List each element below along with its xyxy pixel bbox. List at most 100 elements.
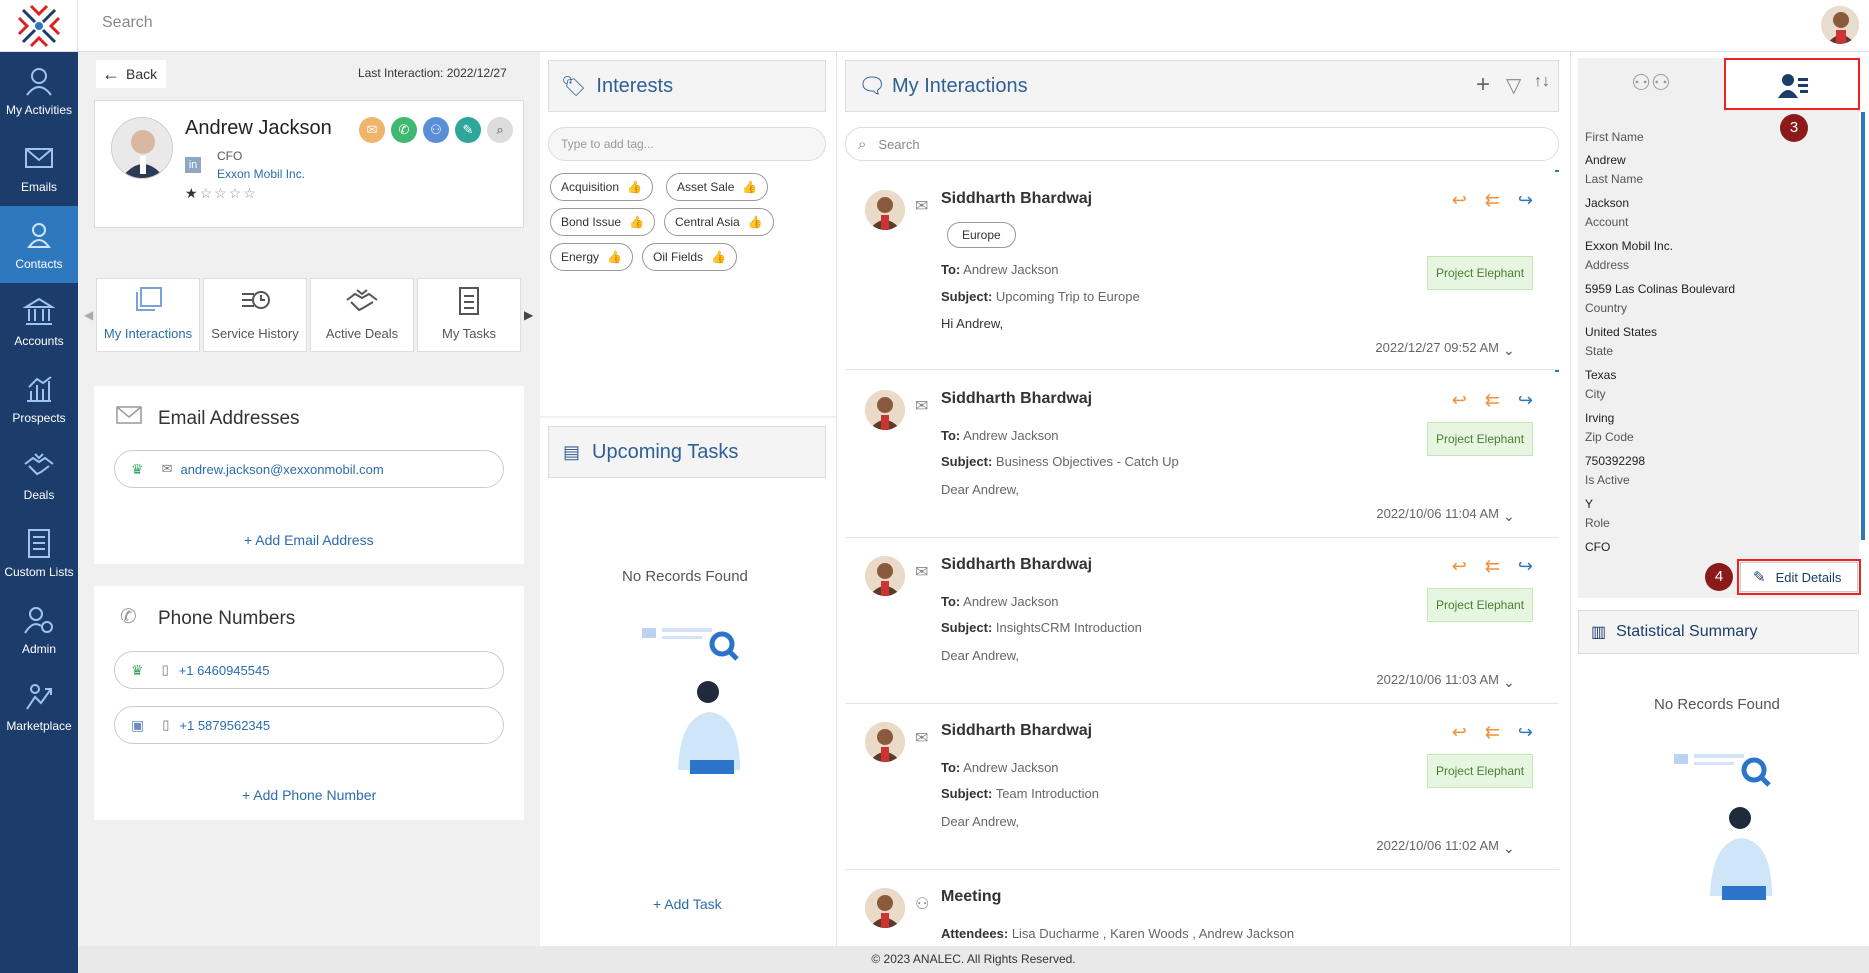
field-label: City (1585, 387, 1606, 401)
contact-title: CFO (217, 149, 243, 163)
linkedin-icon[interactable]: in (185, 157, 201, 173)
tab-active-deals[interactable]: Active Deals (310, 278, 414, 352)
card-actions: ↩ ⇇ ↪ (1452, 190, 1533, 211)
nav-prospects[interactable]: Prospects (0, 360, 78, 437)
chevron-down-icon[interactable]: ⌄ (1503, 342, 1521, 358)
thumbs-up-icon[interactable]: 👍 (627, 174, 642, 200)
nav-deals[interactable]: Deals (0, 437, 78, 514)
top-bar (0, 0, 1869, 52)
email-row[interactable]: ♛ ✉ andrew.jackson@xexxonmobil.com (114, 450, 504, 488)
stats-empty: No Records Found (1654, 696, 1780, 713)
nav-marketplace[interactable]: Marketplace (0, 668, 78, 745)
reply-icon[interactable]: ↩ (1452, 556, 1467, 577)
thumbs-up-icon[interactable]: 👍 (629, 209, 644, 235)
thumbs-up-icon[interactable]: 👍 (748, 209, 763, 235)
interest-tag[interactable]: Bond Issue 👍 (550, 208, 655, 236)
field-value: 750392298 (1585, 454, 1646, 468)
marketplace-icon (26, 683, 52, 710)
interaction-card[interactable]: ⚇ Meeting Attendees: Lisa Ducharme , Kar… (845, 870, 1559, 946)
app-logo[interactable] (0, 0, 78, 52)
forward-icon[interactable]: ↪ (1518, 190, 1533, 211)
field-value: Exxon Mobil Inc. (1585, 239, 1674, 253)
reply-icon[interactable]: ↩ (1452, 390, 1467, 411)
tab-relationships[interactable]: ⚇⚇ (1578, 58, 1724, 108)
phone-value[interactable]: +1 6460945545 (179, 663, 270, 678)
interest-tag[interactable]: Acquisition 👍 (550, 173, 653, 201)
note-action-icon[interactable]: ✎ (455, 117, 481, 143)
project-badge[interactable]: Project Elephant (1427, 754, 1533, 788)
tab-service-history[interactable]: Service History (203, 278, 307, 352)
meeting-action-icon[interactable]: ⚇ (423, 117, 449, 143)
contact-company-link[interactable]: Exxon Mobil Inc. (217, 167, 305, 181)
tab-label: My Tasks (442, 326, 496, 341)
chevron-down-icon[interactable]: ⌄ (1503, 840, 1521, 856)
tab-my-tasks[interactable]: My Tasks (417, 278, 521, 352)
crown-icon: ♛ (131, 460, 144, 477)
call-action-icon[interactable]: ✆ (391, 117, 417, 143)
tabs-next-arrow[interactable]: ▶ (524, 308, 533, 322)
interaction-card[interactable]: ✉ Siddharth Bhardwaj Europe To: Andrew J… (845, 172, 1559, 370)
tabs-prev-arrow[interactable]: ◀ (84, 308, 93, 322)
project-badge[interactable]: Project Elephant (1427, 256, 1533, 290)
add-task-button[interactable]: + Add Task (653, 896, 722, 912)
phone-value[interactable]: +1 5879562345 (179, 718, 270, 733)
admin-icon (24, 606, 53, 634)
thumbs-up-icon[interactable]: 👍 (607, 244, 622, 270)
add-phone-button[interactable]: + Add Phone Number (242, 787, 376, 803)
phone-icon: ✆ (120, 606, 137, 628)
tag-label: Bond Issue (561, 215, 622, 229)
nav-accounts[interactable]: Accounts (0, 283, 78, 360)
back-button[interactable]: ← Back (96, 60, 166, 88)
region-tag[interactable]: Europe (947, 222, 1016, 248)
thumbs-up-icon[interactable]: 👍 (742, 174, 757, 200)
interactions-search[interactable]: ⌕ Search (845, 127, 1559, 161)
chevron-down-icon[interactable]: ⌄ (1503, 508, 1521, 524)
global-search-input[interactable]: Search (102, 14, 153, 32)
nav-my-activities[interactable]: My Activities (0, 52, 78, 129)
forward-icon[interactable]: ↪ (1518, 556, 1533, 577)
reply-icon[interactable]: ↩ (1452, 722, 1467, 743)
filter-icon[interactable]: ▽ (1506, 73, 1521, 98)
sort-icon[interactable]: ↑↓ (1534, 73, 1550, 91)
nav-label: Prospects (12, 410, 66, 425)
reply-icon[interactable]: ↩ (1452, 190, 1467, 211)
reply-all-icon[interactable]: ⇇ (1485, 390, 1500, 411)
phone-row[interactable]: ▣ ▯ +1 5879562345 (114, 706, 504, 744)
interaction-card[interactable]: ✉ Siddharth Bhardwaj To: Andrew Jackson … (845, 372, 1559, 538)
interest-tag[interactable]: Asset Sale 👍 (666, 173, 769, 201)
details-scrollbar[interactable] (1861, 112, 1865, 540)
forward-icon[interactable]: ↪ (1518, 722, 1533, 743)
chevron-down-icon[interactable]: ⌄ (1503, 674, 1521, 690)
project-badge[interactable]: Project Elephant (1427, 588, 1533, 622)
interaction-date: 2022/10/06 11:03 AM (1376, 672, 1499, 687)
user-avatar[interactable] (1821, 6, 1859, 44)
phone-row[interactable]: ♛ ▯ +1 6460945545 (114, 651, 504, 689)
stats-header: ▥ Statistical Summary (1578, 610, 1859, 654)
add-email-button[interactable]: + Add Email Address (244, 532, 374, 548)
search-action-icon[interactable]: ⌕ (487, 117, 513, 143)
nav-contacts[interactable]: Contacts (0, 206, 78, 283)
rating-stars[interactable]: ★☆☆☆☆ (185, 185, 258, 202)
reply-all-icon[interactable]: ⇇ (1485, 722, 1500, 743)
reply-all-icon[interactable]: ⇇ (1485, 190, 1500, 211)
nav-custom-lists[interactable]: Custom Lists (0, 514, 78, 591)
tag-input[interactable]: Type to add tag... (548, 127, 826, 161)
interaction-card[interactable]: ✉ Siddharth Bhardwaj To: Andrew Jackson … (845, 538, 1559, 704)
forward-icon[interactable]: ↪ (1518, 390, 1533, 411)
email-action-icon[interactable]: ✉ (359, 117, 385, 143)
interest-tag[interactable]: Oil Fields 👍 (642, 243, 737, 271)
tab-my-interactions[interactable]: My Interactions (96, 278, 200, 352)
plus-icon[interactable]: + (1476, 71, 1490, 99)
reply-all-icon[interactable]: ⇇ (1485, 556, 1500, 577)
tab-label: Service History (211, 326, 299, 341)
email-value[interactable]: andrew.jackson@xexxonmobil.com (180, 462, 383, 477)
nav-admin[interactable]: Admin (0, 591, 78, 668)
interest-tag[interactable]: Energy 👍 (550, 243, 633, 271)
interaction-card[interactable]: ✉ Siddharth Bhardwaj To: Andrew Jackson … (845, 704, 1559, 870)
thumbs-up-icon[interactable]: 👍 (711, 244, 726, 270)
interest-tag[interactable]: Central Asia 👍 (664, 208, 774, 236)
tag-label: Asset Sale (677, 180, 735, 194)
nav-emails[interactable]: Emails (0, 129, 78, 206)
project-badge[interactable]: Project Elephant (1427, 422, 1533, 456)
to-line: To: Andrew Jackson (941, 262, 1059, 277)
